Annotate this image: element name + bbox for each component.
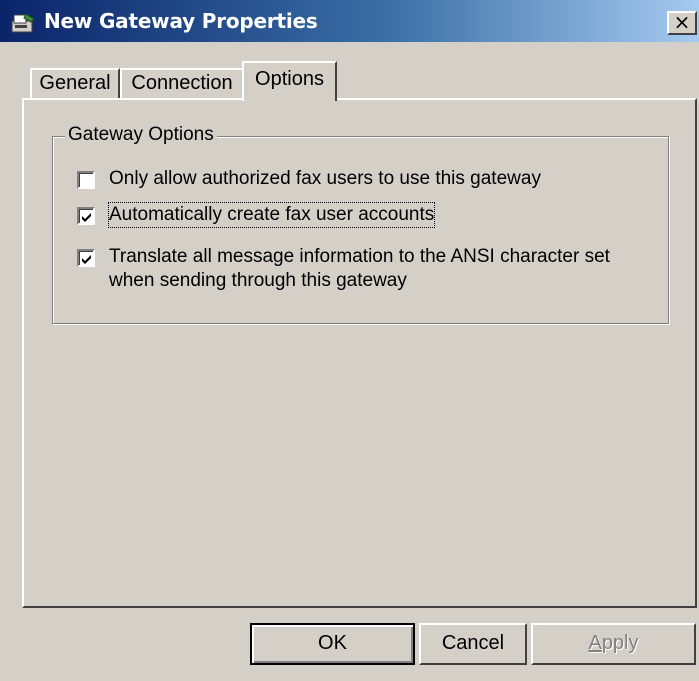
ok-button[interactable]: OK bbox=[250, 623, 415, 665]
tab-connection[interactable]: Connection bbox=[120, 68, 244, 99]
auto-create-accounts-checkbox[interactable] bbox=[77, 207, 95, 225]
authorized-users-only-checkbox[interactable] bbox=[77, 171, 95, 189]
checkmark-icon bbox=[82, 255, 91, 264]
translate-ansi-label-line1: Translate all message information to the… bbox=[109, 246, 610, 267]
translate-ansi-checkbox[interactable] bbox=[77, 249, 95, 267]
tab-general[interactable]: General bbox=[30, 68, 120, 99]
close-icon: × bbox=[673, 10, 691, 34]
gateway-options-group: Gateway Options Only allow authorized fa… bbox=[52, 124, 669, 324]
apply-accelerator: A bbox=[588, 632, 602, 654]
tab-options[interactable]: Options bbox=[242, 61, 337, 101]
apply-label-rest: pply bbox=[601, 632, 639, 654]
translate-ansi-label-line2: when sending through this gateway bbox=[109, 270, 407, 291]
cancel-button[interactable]: Cancel bbox=[419, 623, 527, 665]
title-bar[interactable]: New Gateway Properties × bbox=[0, 0, 699, 42]
tab-options-label: Options bbox=[255, 68, 324, 90]
options-tab-panel: Gateway Options Only allow authorized fa… bbox=[22, 98, 697, 608]
authorized-users-only-label[interactable]: Only allow authorized fax users to use t… bbox=[109, 167, 541, 191]
tab-connection-label: Connection bbox=[131, 72, 233, 94]
apply-button[interactable]: Apply bbox=[531, 623, 696, 665]
apply-button-label: Apply bbox=[588, 632, 638, 654]
tab-general-label: General bbox=[39, 72, 111, 94]
gateway-properties-dialog: New Gateway Properties × General Connect… bbox=[0, 0, 699, 681]
group-title: Gateway Options bbox=[65, 124, 217, 146]
window-title: New Gateway Properties bbox=[44, 9, 318, 33]
auto-create-accounts-label[interactable]: Automatically create fax user accounts bbox=[107, 202, 436, 228]
translate-ansi-label[interactable]: Translate all message information to the… bbox=[109, 245, 610, 293]
cancel-button-label: Cancel bbox=[441, 632, 505, 654]
ok-button-label: OK bbox=[318, 632, 347, 654]
checkmark-icon bbox=[82, 213, 91, 222]
fax-gateway-icon bbox=[10, 12, 36, 34]
close-button[interactable]: × bbox=[667, 11, 697, 35]
